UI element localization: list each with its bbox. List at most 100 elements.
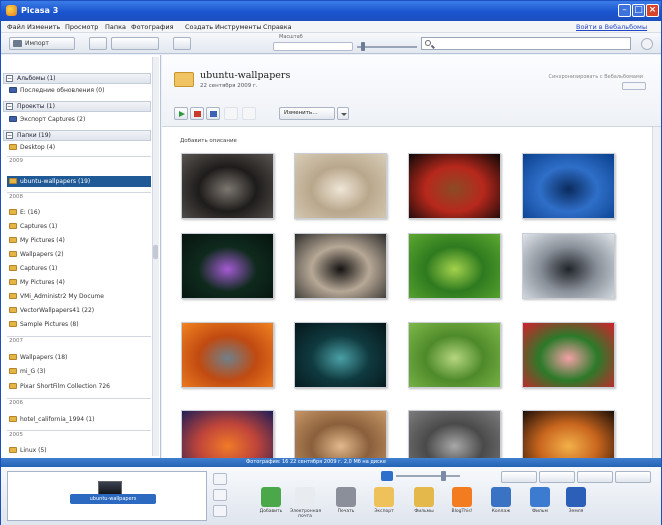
menu-view[interactable]: Просмотр <box>65 23 98 31</box>
clear-icon[interactable] <box>213 489 227 501</box>
tray-action-label: Фильм <box>532 509 548 514</box>
menu-folder[interactable]: Папка <box>105 23 126 31</box>
menu-bar: Файл Изменить Просмотр Папка Фотография … <box>1 21 661 33</box>
folder-item[interactable]: Desktop (4) <box>7 142 151 153</box>
minimize-button[interactable]: – <box>618 4 631 17</box>
zoom-controls[interactable] <box>273 42 353 51</box>
collage-icon <box>491 487 511 507</box>
view-mode-buttons[interactable] <box>111 37 159 50</box>
search-input[interactable] <box>421 37 631 50</box>
thumbnail-water-lily[interactable] <box>181 233 274 299</box>
folder-item[interactable]: hotel_california_1994 (1) <box>7 414 151 425</box>
scroll-thumb[interactable] <box>153 245 158 259</box>
folder-item[interactable]: Sample Pictures (8) <box>7 319 151 330</box>
thumbnail-orange-flower[interactable] <box>181 322 274 388</box>
print-action[interactable]: Печать <box>331 487 361 523</box>
view-library-button[interactable] <box>89 37 107 50</box>
folder-item[interactable]: Linux (5) <box>7 445 151 456</box>
caption-icon[interactable] <box>577 471 613 483</box>
blue-action-icon[interactable] <box>206 107 220 120</box>
thumbnail-sunset[interactable] <box>181 410 274 458</box>
thumbnail-blue-sky[interactable] <box>522 153 615 219</box>
section-albums[interactable]: − Альбомы (1) <box>3 73 151 84</box>
close-button[interactable]: × <box>646 4 659 17</box>
help-icon[interactable] <box>641 38 653 50</box>
movie-action[interactable]: Фильмы <box>409 487 439 523</box>
menu-help[interactable]: Справка <box>263 23 292 31</box>
content-scrollbar[interactable] <box>652 127 661 458</box>
chevron-down-icon[interactable] <box>337 107 349 120</box>
folder-export-icon <box>374 487 394 507</box>
section-folders[interactable]: − Папки (19) <box>3 130 151 141</box>
thumbnail-red-flowers[interactable] <box>522 322 615 388</box>
email-action[interactable]: Электронная почта <box>290 487 321 523</box>
thumbnail-sand-dune[interactable] <box>294 410 387 458</box>
folder-item[interactable]: Captures (1) <box>7 221 151 232</box>
movie2-action[interactable]: Фильм <box>525 487 555 523</box>
menu-tools[interactable]: Инструменты <box>215 23 262 31</box>
folder-item[interactable]: My Pictures (4) <box>7 235 151 246</box>
add-description-link[interactable]: Добавить описание <box>180 138 237 144</box>
section-projects[interactable]: − Проекты (1) <box>3 101 151 112</box>
collapse-icon[interactable]: − <box>6 103 13 110</box>
folder-item[interactable]: VMi_Administr2 My Docume <box>7 291 151 302</box>
folder-item[interactable]: My Pictures (4) <box>7 277 151 288</box>
album-icon <box>9 87 17 93</box>
people-button[interactable] <box>173 37 191 50</box>
geotag-icon[interactable] <box>539 471 575 483</box>
menu-picture[interactable]: Фотография <box>131 23 174 31</box>
folder-icon <box>9 321 17 327</box>
thumbnail-green-grass[interactable] <box>408 233 501 299</box>
collapse-icon[interactable]: − <box>6 75 13 82</box>
export-action[interactable]: Экспорт <box>369 487 399 523</box>
import-button[interactable]: Импорт <box>9 37 75 50</box>
edit-button[interactable]: Изменить… <box>279 107 335 120</box>
collage-action[interactable]: Коллаж <box>486 487 516 523</box>
menu-edit[interactable]: Изменить <box>27 23 60 31</box>
folder-item[interactable]: Captures (1) <box>7 263 151 274</box>
sidebar-item-recent[interactable]: Последние обновления (0) <box>7 85 151 96</box>
section-label: Папки (19) <box>17 132 51 139</box>
sign-in-link[interactable]: Войти в Вебальбомы <box>576 23 647 31</box>
thumbnail-beach-sand[interactable] <box>294 153 387 219</box>
upload-action[interactable]: Добавить <box>256 487 286 523</box>
thumbnail-misty-tree[interactable] <box>522 233 615 299</box>
geotag-action[interactable]: Земля <box>561 487 591 523</box>
menu-file[interactable]: Файл <box>7 23 25 31</box>
tray-zoom-icon[interactable] <box>381 471 393 481</box>
thumbnail-green-leaf[interactable] <box>408 322 501 388</box>
thumbnail-dark-waves[interactable] <box>181 153 274 219</box>
folder-item[interactable]: E: (16) <box>7 207 151 218</box>
slider-thumb[interactable] <box>361 42 365 51</box>
people-tag-icon[interactable] <box>501 471 537 483</box>
folder-item[interactable]: Wallpapers (2) <box>7 249 151 260</box>
title-bar[interactable]: Picasa 3 – □ × <box>1 1 661 21</box>
folder-item-selected[interactable]: ubuntu-wallpapers (19) <box>7 176 151 187</box>
hold-icon[interactable] <box>213 473 227 485</box>
thumbnail-cherries[interactable] <box>408 153 501 219</box>
tray-zoom-slider[interactable] <box>396 475 460 477</box>
folder-item[interactable]: mi_G (3) <box>7 366 151 377</box>
thumbnail-stone[interactable] <box>408 410 501 458</box>
slideshow-play-icon[interactable] <box>174 107 188 120</box>
folder-item[interactable]: Pixar ShortFilm Collection 726 <box>7 381 151 392</box>
folder-title[interactable]: ubuntu-wallpapers <box>200 70 290 81</box>
menu-create[interactable]: Создать <box>185 23 213 31</box>
collapse-icon[interactable]: − <box>6 132 13 139</box>
add-to-album-icon[interactable] <box>213 505 227 517</box>
folder-item[interactable]: Wallpapers (18) <box>7 352 151 363</box>
sync-toggle[interactable] <box>622 82 646 90</box>
tray-selection-box[interactable]: ubuntu-wallpapers <box>7 471 207 521</box>
folder-item[interactable]: VectorWallpapers41 (22) <box>7 305 151 316</box>
folder-date: 22 сентября 2009 г. <box>200 83 258 89</box>
thumbnail-light-trails[interactable] <box>522 410 615 458</box>
info-icon[interactable] <box>615 471 651 483</box>
sidebar-item-export[interactable]: Экспорт Captures (2) <box>7 114 151 125</box>
slider-thumb[interactable] <box>441 471 446 481</box>
thumbnail-size-slider[interactable] <box>357 46 417 48</box>
maximize-button[interactable]: □ <box>632 4 645 17</box>
thumbnail-hands[interactable] <box>294 233 387 299</box>
blogger-action[interactable]: BlogThis! <box>447 487 477 523</box>
red-action-icon[interactable] <box>190 107 204 120</box>
thumbnail-night-water[interactable] <box>294 322 387 388</box>
